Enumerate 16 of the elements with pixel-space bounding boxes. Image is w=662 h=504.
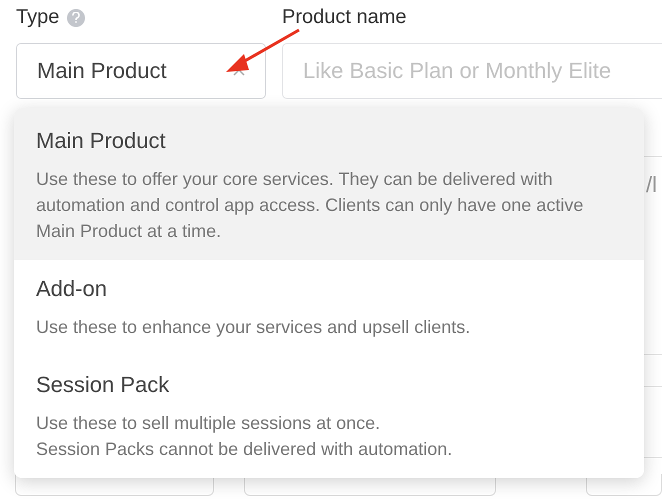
dropdown-option[interactable]: Add-on Use these to enhance your services and upsell clients. [14, 260, 644, 356]
option-description: Use these to offer your core services. They can be delivered with automation and control app access. Clients can only have one active Main Product at a time. [36, 168, 584, 243]
dropdown-option[interactable]: Session Pack Use these to sell multiple sessions at once. Session Packs cannot be delivered with automation. [14, 356, 644, 478]
option-description: Use these to sell multiple sessions at once. Session Packs cannot be delivered with automation. [36, 412, 454, 461]
type-select[interactable]: Main Product [16, 43, 266, 99]
help-icon[interactable] [67, 8, 86, 26]
field-label: Type [16, 6, 60, 29]
caret-icon [233, 68, 245, 76]
field-label: Product name [282, 6, 407, 29]
product-name-field[interactable]: Like Basic Plan or Monthly Elite [282, 43, 662, 99]
dropdown-option[interactable]: Main Product Use these to offer your core services. They can be delivered with automation and control app access. Clients can only have one active Main Product at a time. [14, 108, 644, 260]
option-description: Use these to enhance your services and upsell clients. [36, 316, 472, 339]
field-text: /l [646, 172, 657, 198]
option-title: Add-on [36, 276, 108, 302]
option-title: Main Product [36, 128, 167, 154]
option-title: Session Pack [36, 372, 170, 398]
